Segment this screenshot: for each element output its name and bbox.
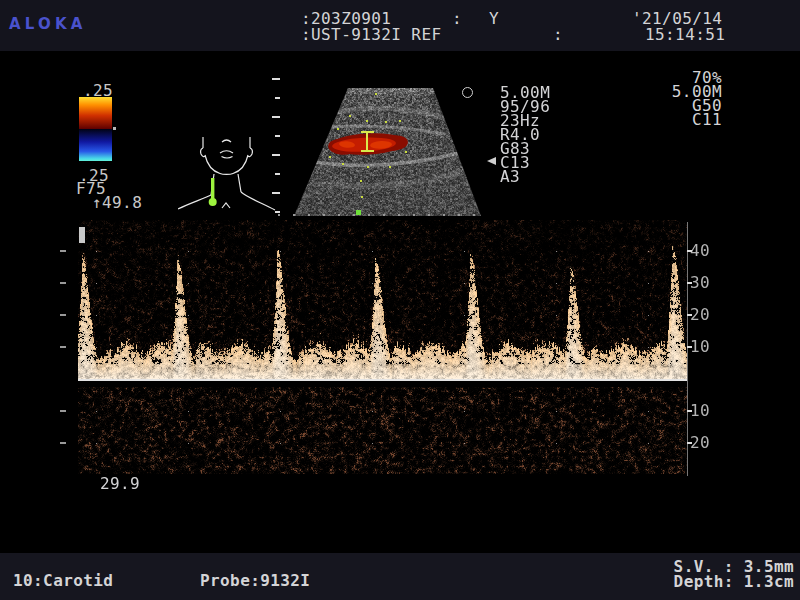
doppler-angle: ↑49.8: [92, 196, 142, 210]
body-mark-icon: [178, 132, 278, 214]
time-label: 29.9: [100, 477, 140, 491]
header-sep1: :: [452, 12, 462, 26]
scale-label: 30: [690, 276, 720, 290]
bmode-image: [294, 88, 481, 216]
colorbar-top-value: .25: [83, 84, 113, 98]
param-a: A3: [500, 170, 520, 184]
probe-model: :UST-9132I REF: [301, 28, 441, 42]
doppler-contrast: C11: [640, 113, 722, 127]
sweep-cursor: [79, 227, 85, 243]
color-scale-zero-tick: [113, 127, 116, 130]
header-sep2: :: [553, 28, 563, 42]
footer-bar: 10:Carotid Probe:9132I S.V. : 3.5mm Dept…: [0, 553, 800, 600]
probe-mark-icon: [209, 178, 217, 206]
scale-label: 10: [690, 404, 720, 418]
probe-label: Probe:9132I: [200, 574, 310, 588]
left-arrow-icon: [487, 157, 496, 165]
ultrasound-screen: ALOKA :203Z0901 : Y '21/05/14 :UST-9132I…: [0, 0, 800, 600]
depth-label: Depth: 1.3cm: [600, 575, 794, 589]
scale-label: 10: [690, 340, 720, 354]
color-scale-cold: [79, 129, 112, 161]
header-flag: Y: [489, 12, 499, 26]
header-date: '21/05/14: [632, 12, 722, 26]
spectrogram-right-border: [687, 222, 688, 476]
preset-label: 10:Carotid: [13, 574, 113, 588]
scale-label: 20: [690, 436, 720, 450]
aloka-logo: ALOKA: [9, 15, 87, 33]
study-id: :203Z0901: [301, 12, 391, 26]
header-time: 15:14:51: [645, 28, 725, 42]
scale-label: 40: [690, 244, 720, 258]
doppler-spectrogram: [78, 220, 687, 476]
caliper-circle-icon: [462, 87, 473, 98]
color-scale-hot: [79, 97, 112, 129]
header-bar: ALOKA :203Z0901 : Y '21/05/14 :UST-9132I…: [0, 0, 800, 51]
scale-label: 20: [690, 308, 720, 322]
